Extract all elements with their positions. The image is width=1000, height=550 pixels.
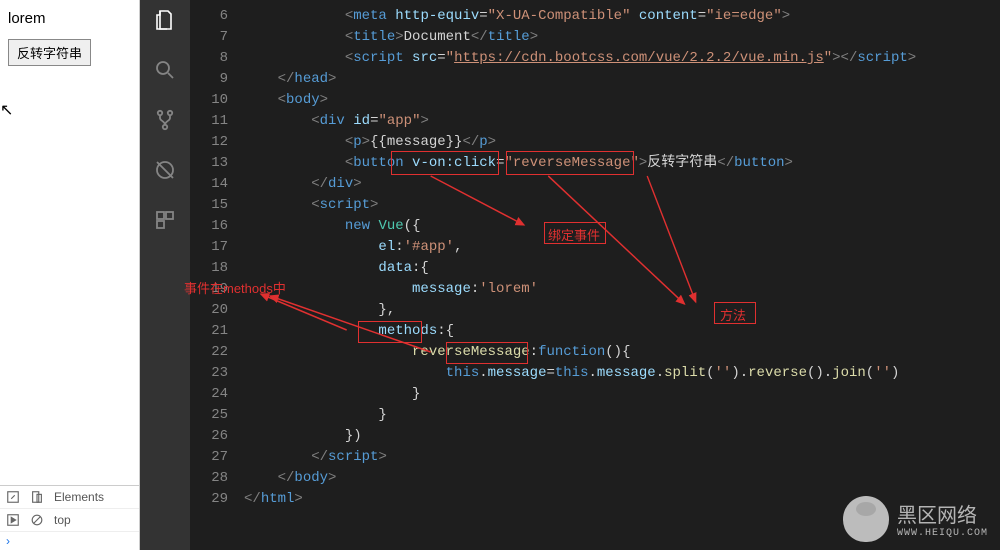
editor: 6789101112131415161718192021222324252627… [190, 0, 1000, 550]
code-line[interactable]: <p>{{message}}</p> [244, 132, 1000, 153]
inspect-icon[interactable] [6, 490, 20, 504]
line-number: 7 [190, 27, 228, 48]
code-line[interactable]: </head> [244, 69, 1000, 90]
line-number: 9 [190, 69, 228, 90]
line-number: 25 [190, 405, 228, 426]
code-line[interactable]: </div> [244, 174, 1000, 195]
git-icon[interactable] [151, 106, 179, 134]
line-number: 6 [190, 6, 228, 27]
line-number: 18 [190, 258, 228, 279]
app-root: lorem 反转字符串 ↖ Elements to [0, 0, 1000, 550]
devtools-panel: Elements top › [0, 485, 139, 550]
code-line[interactable]: <script> [244, 195, 1000, 216]
line-number: 14 [190, 174, 228, 195]
cursor-icon: ↖ [0, 100, 13, 120]
line-number: 23 [190, 363, 228, 384]
extensions-icon[interactable] [151, 206, 179, 234]
line-number: 16 [190, 216, 228, 237]
code-line[interactable]: <button v-on:click="reverseMessage">反转字符… [244, 153, 1000, 174]
line-number: 19 [190, 279, 228, 300]
line-number: 22 [190, 342, 228, 363]
code-line[interactable]: }) [244, 426, 1000, 447]
activity-bar [140, 0, 190, 550]
code-line[interactable]: } [244, 384, 1000, 405]
code-line[interactable]: </script> [244, 447, 1000, 468]
code-line[interactable]: <title>Document</title> [244, 27, 1000, 48]
line-number: 13 [190, 153, 228, 174]
line-gutter: 6789101112131415161718192021222324252627… [190, 0, 244, 550]
code-line[interactable]: el:'#app', [244, 237, 1000, 258]
browser-content: lorem 反转字符串 ↖ [0, 0, 139, 485]
code-line[interactable]: new Vue({ [244, 216, 1000, 237]
line-number: 11 [190, 111, 228, 132]
devtools-toolbar: Elements [0, 486, 139, 509]
line-number: 24 [190, 384, 228, 405]
code-line[interactable]: <body> [244, 90, 1000, 111]
code-line[interactable]: <script src="https://cdn.bootcss.com/vue… [244, 48, 1000, 69]
code-line[interactable]: }, [244, 300, 1000, 321]
code-line[interactable]: <div id="app"> [244, 111, 1000, 132]
devtools-tab-elements[interactable]: Elements [54, 490, 104, 504]
code-line[interactable]: methods:{ [244, 321, 1000, 342]
files-icon[interactable] [151, 6, 179, 34]
devtools-chevron[interactable]: › [0, 532, 139, 550]
code-line[interactable]: message:'lorem' [244, 279, 1000, 300]
code-line[interactable]: </body> [244, 468, 1000, 489]
watermark-logo-icon [843, 496, 889, 542]
code-line[interactable]: this.message=this.message.split('').reve… [244, 363, 1000, 384]
line-number: 28 [190, 468, 228, 489]
play-icon[interactable] [6, 513, 20, 527]
watermark-title: 黑区网络 [897, 499, 988, 528]
search-icon[interactable] [151, 56, 179, 84]
reverse-button[interactable]: 反转字符串 [8, 39, 91, 66]
line-number: 17 [190, 237, 228, 258]
line-number: 26 [190, 426, 228, 447]
code-line[interactable]: reverseMessage:function(){ [244, 342, 1000, 363]
devtools-context: top [0, 509, 139, 532]
code-line[interactable]: } [244, 405, 1000, 426]
line-number: 27 [190, 447, 228, 468]
line-number: 8 [190, 48, 228, 69]
message-output: lorem [8, 10, 131, 27]
devtools-context-top[interactable]: top [54, 513, 71, 527]
line-number: 15 [190, 195, 228, 216]
device-icon[interactable] [30, 490, 44, 504]
watermark: 黑区网络 WWW.HEIQU.COM [843, 496, 988, 542]
watermark-sub: WWW.HEIQU.COM [897, 528, 988, 539]
code-line[interactable]: data:{ [244, 258, 1000, 279]
code-area[interactable]: 绑定事件 方法 事件在methods中 黑区网络 [244, 0, 1000, 550]
line-number: 12 [190, 132, 228, 153]
line-number: 10 [190, 90, 228, 111]
clear-icon[interactable] [30, 513, 44, 527]
line-number: 21 [190, 321, 228, 342]
debug-icon[interactable] [151, 156, 179, 184]
code-line[interactable]: <meta http-equiv="X-UA-Compatible" conte… [244, 6, 1000, 27]
line-number: 20 [190, 300, 228, 321]
browser-panel: lorem 反转字符串 ↖ Elements to [0, 0, 140, 550]
line-number: 29 [190, 489, 228, 510]
